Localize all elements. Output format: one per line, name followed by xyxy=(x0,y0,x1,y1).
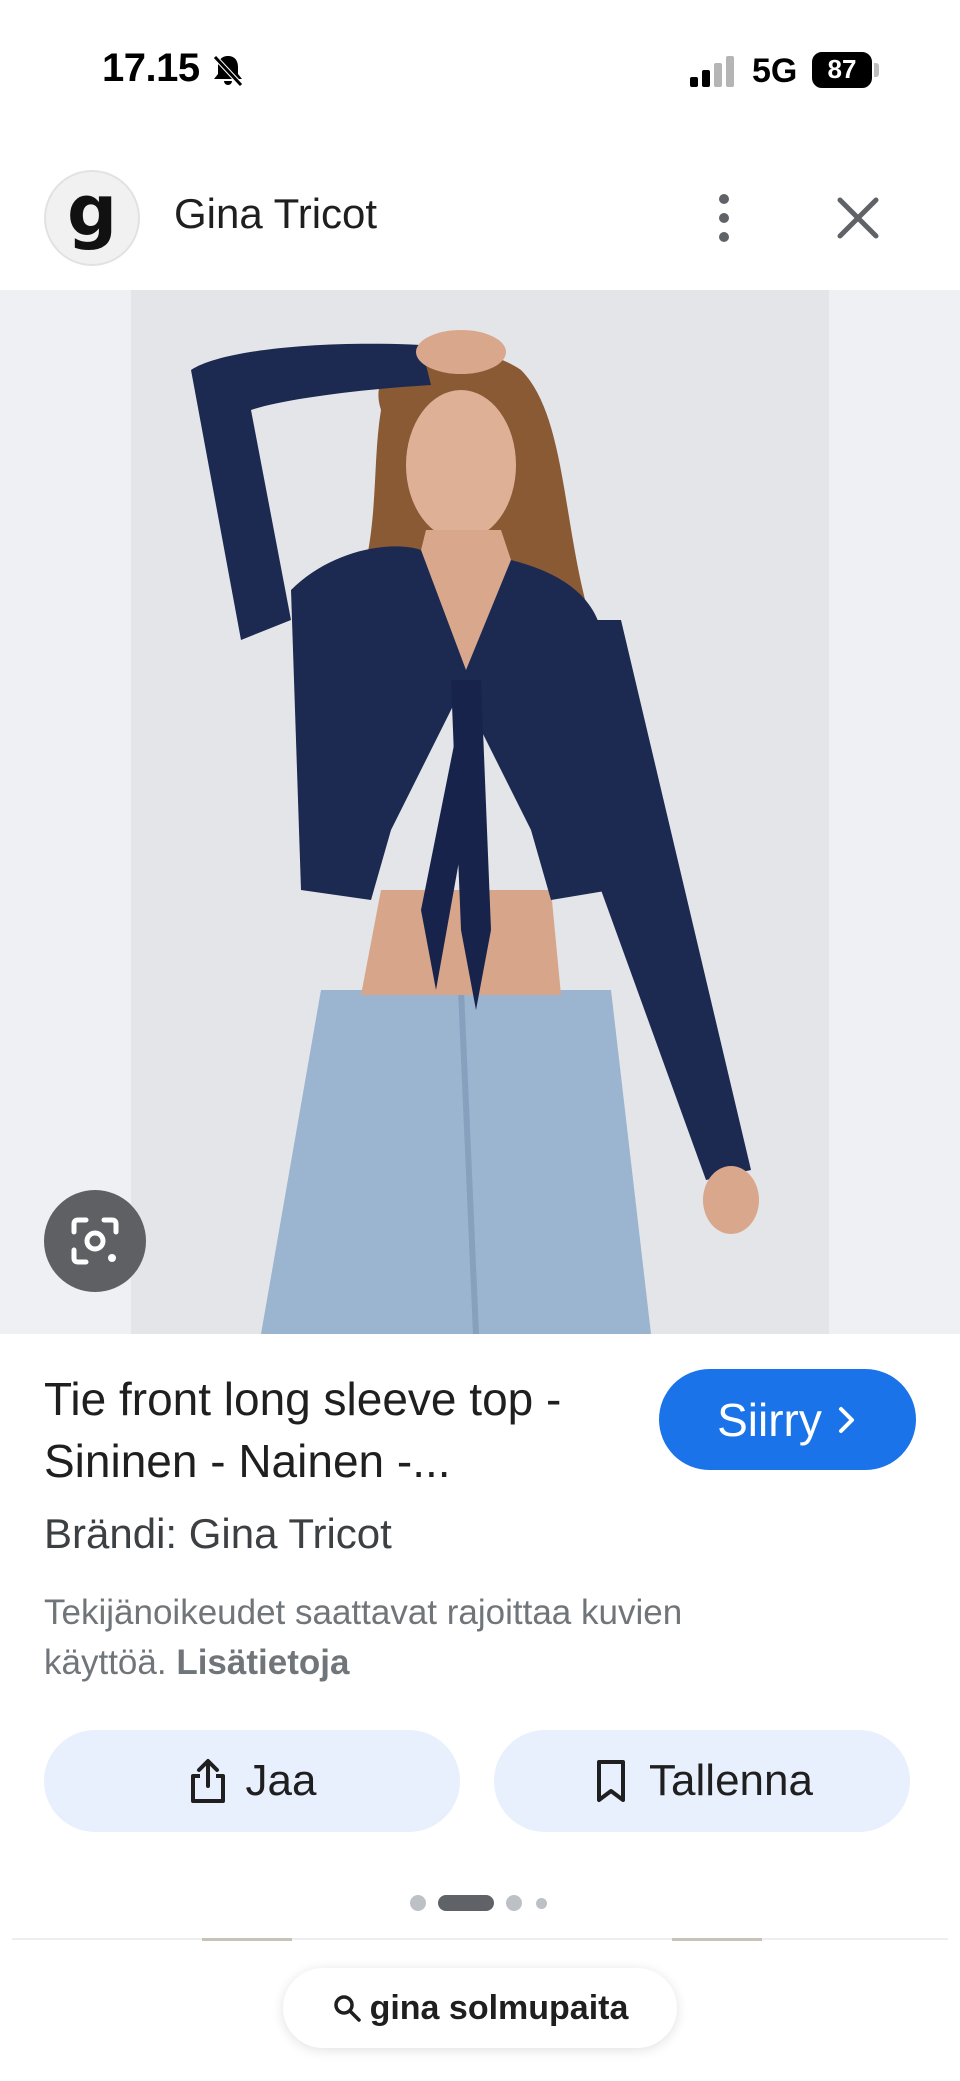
copyright-text: Tekijänoikeudet saattavat rajoittaa kuvi… xyxy=(44,1593,683,1682)
share-button[interactable]: Jaa xyxy=(44,1730,460,1832)
search-query: gina solmupaita xyxy=(369,1988,629,2027)
lens-button[interactable] xyxy=(44,1190,146,1292)
close-icon[interactable] xyxy=(830,190,886,246)
brand-line: Brändi: Gina Tricot xyxy=(44,1510,392,1557)
pager-dot xyxy=(506,1895,522,1911)
site-avatar[interactable]: g xyxy=(44,170,140,266)
search-chip[interactable]: gina solmupaita xyxy=(283,1968,677,2048)
pager-dots xyxy=(410,1893,560,1911)
copyright-notice: Tekijänoikeudet saattavat rajoittaa kuvi… xyxy=(44,1588,804,1688)
more-vert-icon[interactable] xyxy=(700,188,748,248)
signal-icon xyxy=(690,56,734,87)
product-title[interactable]: Tie front long sleeve top - Sininen - Na… xyxy=(44,1368,624,1492)
bookmark-icon xyxy=(597,1760,626,1802)
site-name[interactable]: Gina Tricot xyxy=(174,190,377,238)
network-label: 5G xyxy=(752,52,798,90)
avatar-letter: g xyxy=(66,170,118,252)
bell-muted-icon xyxy=(213,55,243,87)
image-viewer[interactable] xyxy=(0,290,960,1334)
save-button[interactable]: Tallenna xyxy=(494,1730,910,1832)
visit-label: Siirry xyxy=(717,1393,822,1446)
battery-level: 87 xyxy=(827,54,857,84)
visit-button[interactable]: Siirry xyxy=(659,1369,916,1470)
search-icon xyxy=(333,1995,361,2022)
battery-icon: 87 xyxy=(812,52,880,88)
share-label: Jaa xyxy=(245,1756,317,1805)
product-image[interactable] xyxy=(131,290,829,1334)
pager-dot xyxy=(536,1898,547,1909)
result-header: g Gina Tricot xyxy=(0,160,960,290)
lens-icon xyxy=(71,1217,119,1265)
chevron-right-icon xyxy=(838,1406,854,1433)
status-time: 17.15 xyxy=(102,46,200,90)
learn-more-link[interactable]: Lisätietoja xyxy=(176,1643,349,1682)
pager-dot xyxy=(410,1895,426,1911)
related-thumbnails-strip xyxy=(12,1938,948,1941)
status-bar: 17.15 5G 87 xyxy=(0,0,960,140)
save-label: Tallenna xyxy=(649,1756,813,1805)
pager-dot-active xyxy=(438,1895,494,1911)
share-icon xyxy=(190,1759,225,1803)
